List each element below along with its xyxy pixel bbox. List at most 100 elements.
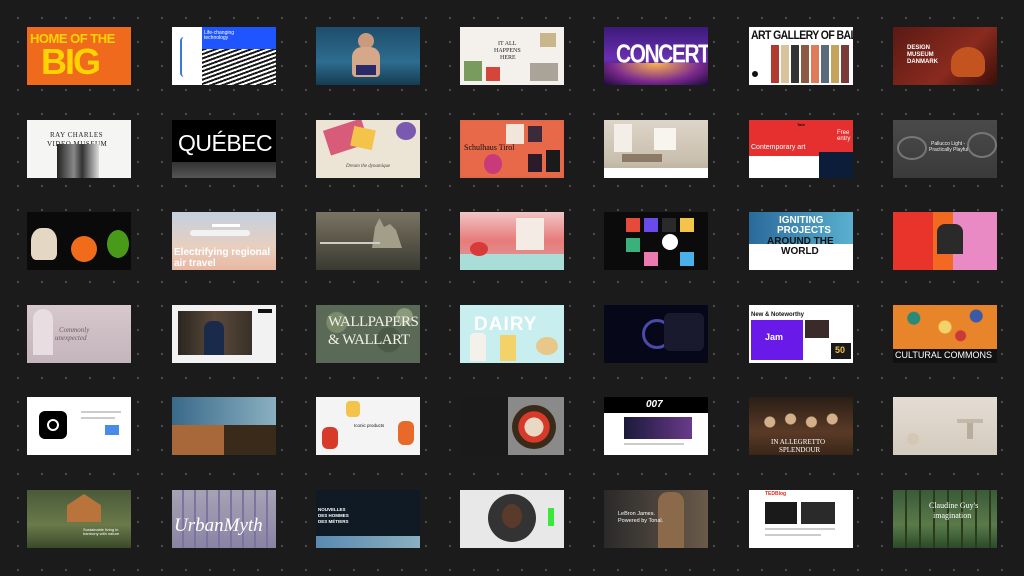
tile-life-changing-technology[interactable]: Life-changing technology <box>172 27 276 85</box>
product-pack <box>500 335 516 361</box>
hero-image <box>624 417 692 439</box>
tile-lebron-tonal[interactable]: LeBron James. Powered by Tonal. <box>604 490 708 548</box>
tile-igniting-projects[interactable]: IGNITING PROJECTS AROUND THE WORLD <box>749 212 853 270</box>
headline-line1: LeBron James. <box>618 511 655 517</box>
card-7 <box>680 252 694 266</box>
tile-schulhaus-tirol[interactable]: Schulhaus Tirol <box>460 120 564 178</box>
tile-electrifying-air-travel[interactable]: Electrifying regional air travel <box>172 212 276 270</box>
headline-line1: Claudine Guy's <box>929 501 979 510</box>
speaker-figure <box>204 321 224 355</box>
headline-line2: Powered by Tonal. <box>618 518 664 524</box>
plane-graphic <box>190 230 250 236</box>
tile-interior-photo[interactable] <box>604 120 708 178</box>
tile-commonly-unexpected[interactable]: Commonly unexpected <box>27 305 131 363</box>
artwork-1 <box>464 61 482 81</box>
tile-design-museum-danmark[interactable]: DESIGN MUSEUM DANMARK <box>893 27 997 85</box>
fabric-graphic-2 <box>350 125 376 151</box>
tile-home-of-the-big[interactable]: HOME OF THE BIG <box>27 27 131 85</box>
tile-portrait-collage[interactable] <box>172 397 276 455</box>
tile-iconic-products[interactable]: Iconic products <box>316 397 420 455</box>
tile-art-gallery-of-ballarat[interactable]: ART GALLERY OF BALLARAT <box>749 27 853 85</box>
arch-graphic <box>33 309 53 355</box>
menu-button[interactable] <box>258 309 272 313</box>
tile-dark-product-grid[interactable] <box>604 212 708 270</box>
text-line-2 <box>81 417 115 419</box>
water-graphic <box>460 254 564 270</box>
tile-ted-blog[interactable]: TEDBlog <box>749 490 853 548</box>
tile-nouvelles[interactable]: NOUVELLES DES HOMMES DES MÉTIERS <box>316 490 420 548</box>
tile-it-all-happens-here[interactable]: IT ALL HAPPENS HERE <box>460 27 564 85</box>
tile-portrait-circle[interactable] <box>460 490 564 548</box>
card-3 <box>662 218 676 232</box>
artwork-photo <box>819 152 853 178</box>
headline-line2: DES HOMMES <box>318 513 349 518</box>
tile-video-interview[interactable] <box>172 305 276 363</box>
milk-bottle <box>470 333 486 361</box>
tile-pink-scene[interactable] <box>460 212 564 270</box>
tile-orchestra[interactable]: IN ALLEGRETTO SPLENDOUR <box>749 397 853 455</box>
featured-image-2 <box>801 502 835 524</box>
striped-graphic <box>202 49 276 85</box>
snack-graphic <box>536 337 558 355</box>
photo-5 <box>546 150 560 172</box>
headline-line1: NOUVELLES <box>318 507 346 512</box>
text-line-1 <box>765 528 835 530</box>
logo-icon <box>752 71 758 77</box>
tile-contemporary-art[interactable]: Tate Contemporary art Free entry <box>749 120 853 178</box>
tile-dream-script[interactable]: Dream the dynamique <box>316 120 420 178</box>
tile-forest-imagination[interactable]: Claudine Guy's imagination <box>893 490 997 548</box>
tile-colorful-art[interactable] <box>893 212 997 270</box>
portrait-collage <box>771 45 849 83</box>
card-4 <box>680 218 694 232</box>
tile-threads-app[interactable] <box>27 397 131 455</box>
tile-cabin[interactable]: Sustainable living in harmony with natur… <box>27 490 131 548</box>
headline-line2: PROJECTS <box>777 225 831 236</box>
title: ART GALLERY OF BALLARAT <box>751 28 853 43</box>
card-6 <box>644 252 658 266</box>
headline-line1: Commonly <box>59 326 90 334</box>
red-object <box>470 242 488 256</box>
tile-ray-charles-video-museum[interactable]: RAY CHARLES VIDEO MUSEUM <box>27 120 131 178</box>
tile-dairy[interactable]: DAIRY <box>460 305 564 363</box>
title-line3: DANMARK <box>907 59 938 65</box>
tile-practically-playful[interactable]: Pallucco Light - Practically Playful <box>893 120 997 178</box>
tile-concerts[interactable]: CONCERTS <box>604 27 708 85</box>
tile-castle-photo[interactable] <box>316 212 420 270</box>
tile-urban-myth[interactable]: UrbanMyth <box>172 490 276 548</box>
photo-1 <box>506 124 524 144</box>
pattern-art <box>893 305 997 349</box>
featured-image <box>765 502 797 524</box>
building-graphic <box>937 224 963 254</box>
vehicle-body <box>664 313 704 351</box>
tile-new-and-noteworthy[interactable]: New & Noteworthy Jam 50 <box>749 305 853 363</box>
chair-3 <box>398 421 414 445</box>
tile-swimmer-photo[interactable] <box>316 27 420 85</box>
tile-fruit-sculptures[interactable] <box>27 212 131 270</box>
tile-minimal-table[interactable] <box>893 397 997 455</box>
artwork-3 <box>530 63 558 81</box>
headline-line3: HERE <box>500 55 516 61</box>
chair-2 <box>322 427 338 449</box>
headline-line2: SPLENDOUR <box>779 446 821 454</box>
title: UrbanMyth <box>174 515 263 536</box>
headline-line1: Electrifying regional <box>174 247 271 258</box>
card-1 <box>626 218 640 232</box>
tile-quebec[interactable]: QUÉBEC <box>172 120 276 178</box>
headline-line2: HAPPENS <box>494 48 521 54</box>
headline-line2: air travel <box>174 258 216 269</box>
headline-bar <box>320 242 380 244</box>
photo-2 <box>528 126 542 142</box>
musicians <box>749 407 853 437</box>
tile-wallpapers-wallart[interactable]: WALLPAPERS & WALLART <box>316 305 420 363</box>
lamp-ring-2 <box>967 132 997 158</box>
chair-1 <box>346 401 360 417</box>
title: QUÉBEC <box>178 130 273 156</box>
headline-line3: DES MÉTIERS <box>318 519 349 524</box>
tile-007[interactable]: 007 <box>604 397 708 455</box>
tile-cultural-commons[interactable]: CULTURAL COMMONS <box>893 305 997 363</box>
tile-dark-vehicle[interactable] <box>604 305 708 363</box>
script-text: Dream the dynamique <box>346 164 391 169</box>
wave-icon <box>180 37 188 77</box>
chair-graphic <box>951 47 985 77</box>
tile-food-bowl[interactable] <box>460 397 564 455</box>
